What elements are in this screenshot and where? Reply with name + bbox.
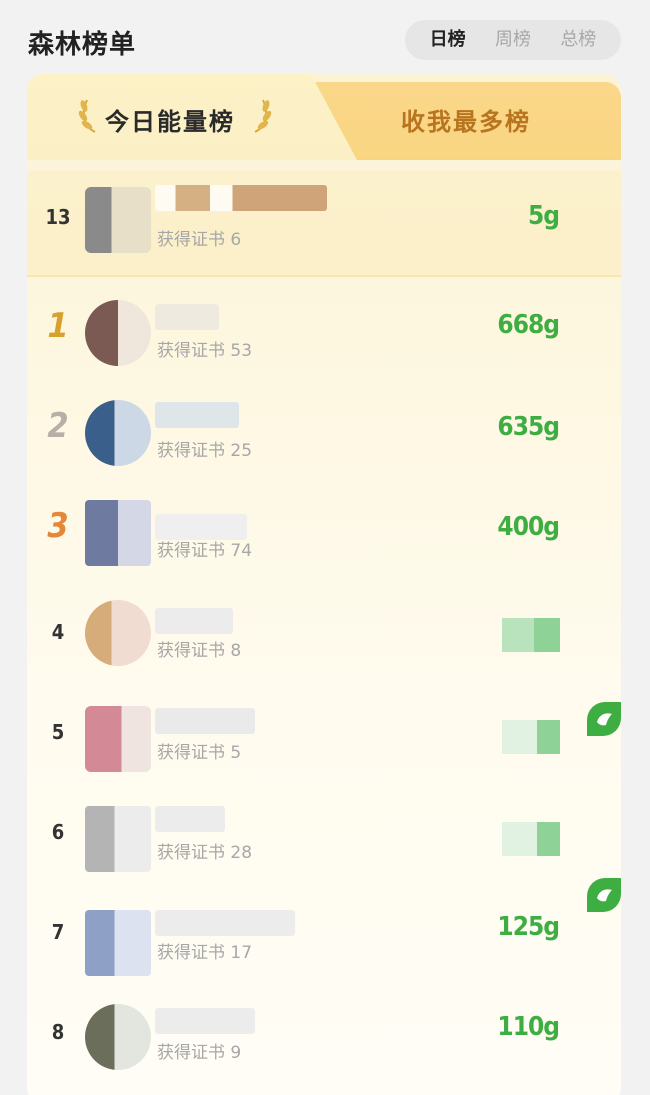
rank-row[interactable]: 4 获得证书 8: [27, 580, 621, 680]
energy-amount-redacted: [502, 822, 560, 856]
avatar: [85, 187, 151, 253]
rank-number: 5: [51, 720, 65, 744]
cert-count: 获得证书 53: [157, 341, 253, 361]
rank-number: 6: [51, 820, 65, 844]
page-title: 森林榜单: [28, 30, 137, 60]
rank-row[interactable]: 8 获得证书 9 110g: [27, 980, 621, 1080]
rank-row[interactable]: 7 获得证书 17 125g: [27, 880, 621, 980]
period-tab-day[interactable]: 日榜: [422, 20, 474, 60]
user-name-redacted: [155, 608, 233, 634]
user-name-redacted: [155, 1008, 255, 1034]
tab-today-energy[interactable]: 今日能量榜: [105, 102, 235, 137]
leaderboard-card: 今日能量榜 收我最多榜 13 获得证书 6 5g 1 获得证书 53 668g …: [27, 74, 621, 1095]
energy-amount: 5g: [527, 201, 560, 231]
cert-count: 获得证书 25: [157, 441, 253, 461]
rank-row[interactable]: 5 获得证书 5: [27, 680, 621, 780]
rank-number: 8: [51, 1020, 65, 1044]
rank-row[interactable]: 6 获得证书 28: [27, 780, 621, 912]
rank-number: 4: [51, 620, 65, 644]
avatar: [85, 500, 151, 566]
avatar: [85, 400, 151, 466]
cert-count: 获得证书 28: [157, 843, 253, 863]
cert-count: 获得证书 8: [157, 641, 242, 661]
avatar: [85, 806, 151, 872]
rank-number: 7: [51, 920, 65, 944]
period-switch: 日榜 周榜 总榜: [405, 20, 621, 60]
energy-amount: 400g: [497, 512, 560, 542]
avatar: [85, 1004, 151, 1070]
energy-amount-redacted: [502, 720, 560, 754]
hand-icon[interactable]: [587, 702, 621, 736]
energy-amount: 110g: [497, 1012, 560, 1042]
avatar: [85, 300, 151, 366]
user-name-redacted: [155, 304, 219, 330]
leaderboard-tabs: 今日能量榜 收我最多榜: [27, 74, 621, 160]
user-name-redacted: [155, 708, 255, 734]
rank-row[interactable]: 1 获得证书 53 668g: [27, 280, 621, 380]
header: 森林榜单 日榜 周榜 总榜: [0, 0, 650, 82]
period-tab-total[interactable]: 总榜: [552, 20, 604, 60]
laurel-icon: [78, 99, 96, 133]
cert-count: 获得证书 74: [157, 541, 253, 561]
user-name-redacted: [155, 806, 225, 832]
laurel-icon: [254, 99, 272, 133]
energy-amount-redacted: [502, 618, 560, 652]
rank-row[interactable]: 3 获得证书 74 400g: [27, 480, 621, 580]
cert-count: 获得证书 9: [157, 1043, 242, 1063]
energy-amount: 125g: [497, 912, 560, 942]
cert-count: 获得证书 6: [157, 230, 242, 250]
user-name-redacted: [155, 402, 239, 428]
rank-number: 2: [47, 406, 69, 446]
cert-count: 获得证书 5: [157, 743, 242, 763]
energy-amount: 635g: [497, 412, 560, 442]
user-name-redacted: [155, 185, 327, 211]
user-name-redacted: [155, 910, 295, 936]
my-rank-row[interactable]: 13 获得证书 6 5g: [27, 171, 621, 277]
rank-row[interactable]: 2 获得证书 25 635g: [27, 380, 621, 480]
energy-amount: 668g: [497, 310, 560, 340]
rank-number: 13: [45, 205, 71, 229]
avatar: [85, 910, 151, 976]
cert-count: 获得证书 17: [157, 943, 253, 963]
rank-number: 3: [47, 506, 69, 546]
tab-most-collected[interactable]: 收我最多榜: [401, 102, 531, 137]
avatar: [85, 600, 151, 666]
avatar: [85, 706, 151, 772]
rank-number: 1: [47, 306, 69, 346]
period-tab-week[interactable]: 周榜: [487, 20, 539, 60]
